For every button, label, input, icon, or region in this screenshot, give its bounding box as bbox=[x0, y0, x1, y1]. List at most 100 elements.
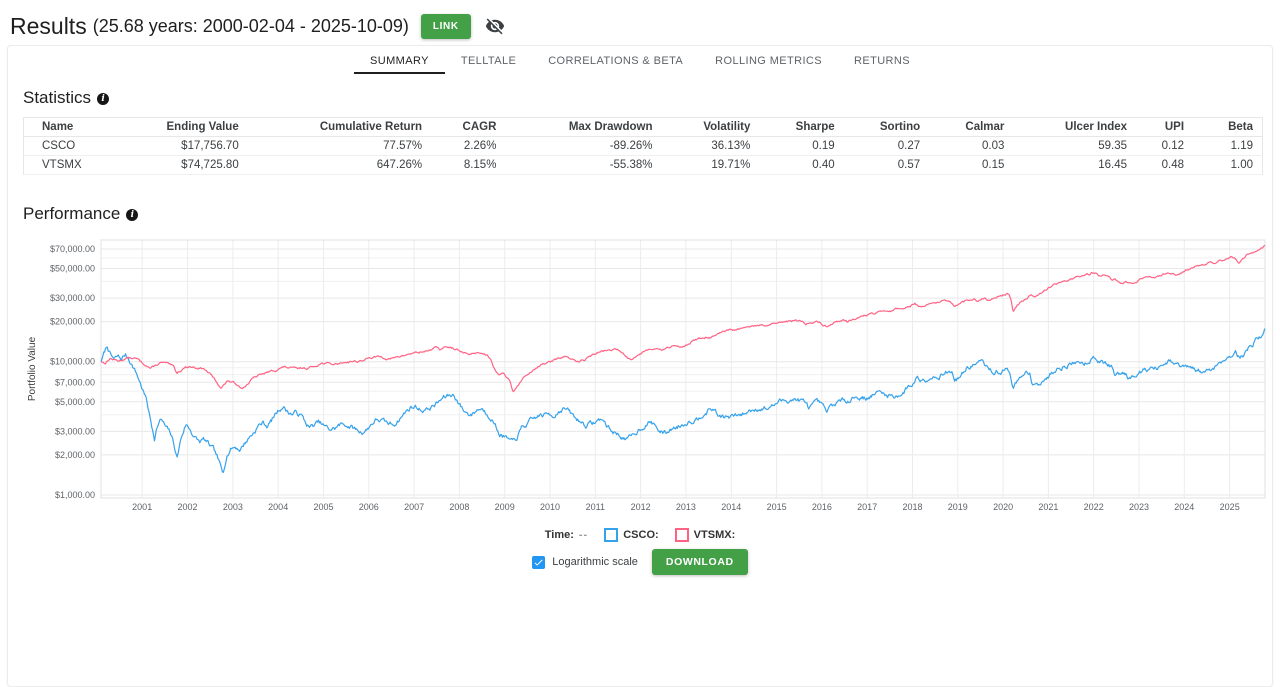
column-header: Cumulative Return bbox=[247, 117, 432, 137]
performance-chart: $1,000.00 $2,000.00 $3,000.00 $5,000.00 $7,0… bbox=[23, 237, 1266, 523]
column-header: UPI bbox=[1136, 117, 1194, 137]
legend-time-label: Time: bbox=[544, 529, 574, 541]
page-subtitle: (25.68 years: 2000-02-04 - 2025-10-09) bbox=[92, 15, 409, 36]
table-cell: VTSMX bbox=[23, 155, 123, 175]
table-cell: $17,756.70 bbox=[122, 136, 248, 156]
y-axis-tick-label: $10,000.00 bbox=[50, 357, 95, 367]
legend-item-time[interactable]: Time: -- bbox=[545, 529, 588, 541]
table-cell: -55.38% bbox=[505, 155, 662, 175]
table-cell: 1.00 bbox=[1193, 155, 1263, 175]
x-axis-tick-label: 2003 bbox=[223, 502, 243, 512]
plot-area-border bbox=[100, 239, 1266, 499]
legend-time-value: -- bbox=[578, 529, 589, 541]
statistics-heading: Statistics i bbox=[23, 88, 1272, 108]
x-axis-tick-label: 2017 bbox=[857, 502, 877, 512]
y-axis-tick-label: $20,000.00 bbox=[50, 317, 95, 327]
table-cell: 36.13% bbox=[661, 136, 760, 156]
table-cell: 19.71% bbox=[661, 155, 760, 175]
column-header: Volatility bbox=[661, 117, 760, 137]
chart-controls: Logarithmic scale DOWNLOAD bbox=[8, 549, 1272, 575]
table-cell: -89.26% bbox=[505, 136, 662, 156]
chart-legend: Time: -- CSCO: VTSMX: bbox=[8, 528, 1272, 542]
table-cell: 77.57% bbox=[247, 136, 432, 156]
column-header: Ulcer Index bbox=[1013, 117, 1137, 137]
table-cell: 0.27 bbox=[843, 136, 930, 156]
column-header: CAGR bbox=[431, 117, 506, 137]
results-card: SUMMARY TELLTALE CORRELATIONS & BETA ROLLIN… bbox=[7, 45, 1273, 687]
x-axis-tick-label: 2009 bbox=[495, 502, 515, 512]
x-axis-tick-label: 2007 bbox=[404, 502, 424, 512]
y-axis-tick-label: $70,000.00 bbox=[50, 244, 95, 254]
x-axis-tick-label: 2024 bbox=[1174, 502, 1194, 512]
column-header: Sharpe bbox=[759, 117, 844, 137]
vtsmx-line bbox=[100, 244, 1266, 393]
y-axis-tick-label: $3,000.00 bbox=[55, 426, 95, 436]
table-cell: 8.15% bbox=[431, 155, 506, 175]
legend-item-csco[interactable]: CSCO: bbox=[604, 528, 659, 542]
column-header: Ending Value bbox=[122, 117, 248, 137]
legend-label: VTSMX: bbox=[693, 529, 736, 541]
tab-rolling-metrics[interactable]: ROLLING METRICS bbox=[699, 51, 838, 74]
portfolio-value-chart: $1,000.00 $2,000.00 $3,000.00 $5,000.00 $7,0… bbox=[27, 239, 1266, 512]
legend-color-box bbox=[604, 528, 619, 542]
x-axis-tick-label: 2016 bbox=[812, 502, 832, 512]
download-button[interactable]: DOWNLOAD bbox=[651, 549, 748, 575]
table-cell: 1.19 bbox=[1193, 136, 1263, 156]
table-cell: 0.19 bbox=[759, 136, 844, 156]
info-icon[interactable]: i bbox=[126, 209, 139, 221]
x-axis-tick-label: 2008 bbox=[449, 502, 469, 512]
tab-summary[interactable]: SUMMARY bbox=[354, 51, 445, 74]
x-axis-tick-label: 2022 bbox=[1084, 502, 1104, 512]
table-cell: 2.26% bbox=[431, 136, 506, 156]
y-axis-tick-label: $50,000.00 bbox=[50, 264, 95, 274]
table-cell: 0.15 bbox=[929, 155, 1014, 175]
x-axis-tick-label: 2010 bbox=[540, 502, 560, 512]
legend-color-box bbox=[674, 528, 689, 542]
table-cell: CSCO bbox=[23, 136, 123, 156]
info-icon[interactable]: i bbox=[97, 93, 110, 105]
column-header: Name bbox=[23, 117, 123, 137]
table-cell: 647.26% bbox=[247, 155, 432, 175]
x-axis-tick-label: 2005 bbox=[313, 502, 333, 512]
table-cell: 0.40 bbox=[759, 155, 844, 175]
x-axis-tick-label: 2021 bbox=[1038, 502, 1058, 512]
x-axis-tick-label: 2011 bbox=[586, 502, 605, 512]
link-button[interactable]: LINK bbox=[420, 13, 471, 39]
column-header: Beta bbox=[1193, 117, 1263, 137]
x-axis-tick-label: 2018 bbox=[902, 502, 922, 512]
y-axis-tick-label: $7,000.00 bbox=[55, 377, 95, 387]
table-cell: 0.57 bbox=[843, 155, 930, 175]
y-axis-title: Portfolio Value bbox=[27, 336, 38, 401]
y-axis-tick-label: $30,000.00 bbox=[50, 293, 95, 303]
x-axis-tick-label: 2006 bbox=[359, 502, 379, 512]
x-axis-tick-label: 2001 bbox=[132, 502, 152, 512]
legend-label: CSCO: bbox=[623, 529, 659, 541]
y-axis-tick-label: $5,000.00 bbox=[55, 397, 95, 407]
legend-item-vtsmx[interactable]: VTSMX: bbox=[674, 528, 736, 542]
table-cell: 0.12 bbox=[1136, 136, 1194, 156]
table-cell: $74,725.80 bbox=[122, 155, 248, 175]
tab-correlations-beta[interactable]: CORRELATIONS & BETA bbox=[532, 51, 699, 74]
table-cell: 0.48 bbox=[1136, 155, 1194, 175]
x-axis-tick-label: 2002 bbox=[177, 502, 197, 512]
x-axis-tick-label: 2015 bbox=[767, 502, 787, 512]
column-header: Sortino bbox=[843, 117, 930, 137]
tab-returns[interactable]: RETURNS bbox=[838, 51, 926, 74]
x-axis-tick-label: 2020 bbox=[993, 502, 1013, 512]
x-axis-tick-label: 2019 bbox=[948, 502, 968, 512]
tab-bar: SUMMARY TELLTALE CORRELATIONS & BETA ROLLIN… bbox=[8, 46, 1272, 74]
performance-heading: Performance i bbox=[23, 204, 1272, 224]
statistics-table: Name Ending Value Cumulative Return CAGR Max… bbox=[23, 117, 1263, 175]
x-axis-tick-label: 2012 bbox=[631, 502, 651, 512]
table-cell: 16.45 bbox=[1013, 155, 1137, 175]
table-row: CSCO $17,756.70 77.57% 2.26% -89.26% 36.13% 0.… bbox=[23, 136, 1263, 156]
logarithmic-scale-checkbox[interactable] bbox=[532, 555, 546, 569]
page-header: Results (25.68 years: 2000-02-04 - 2025-… bbox=[0, 0, 1280, 43]
tab-telltale[interactable]: TELLTALE bbox=[445, 51, 532, 74]
column-header: Calmar bbox=[929, 117, 1014, 137]
table-header-row: Name Ending Value Cumulative Return CAGR Max… bbox=[23, 117, 1263, 137]
x-axis-tick-label: 2025 bbox=[1220, 502, 1240, 512]
column-header: Max Drawdown bbox=[505, 117, 662, 137]
y-axis-tick-label: $2,000.00 bbox=[55, 450, 95, 460]
hide-results-eye-off-icon[interactable] bbox=[485, 16, 505, 36]
